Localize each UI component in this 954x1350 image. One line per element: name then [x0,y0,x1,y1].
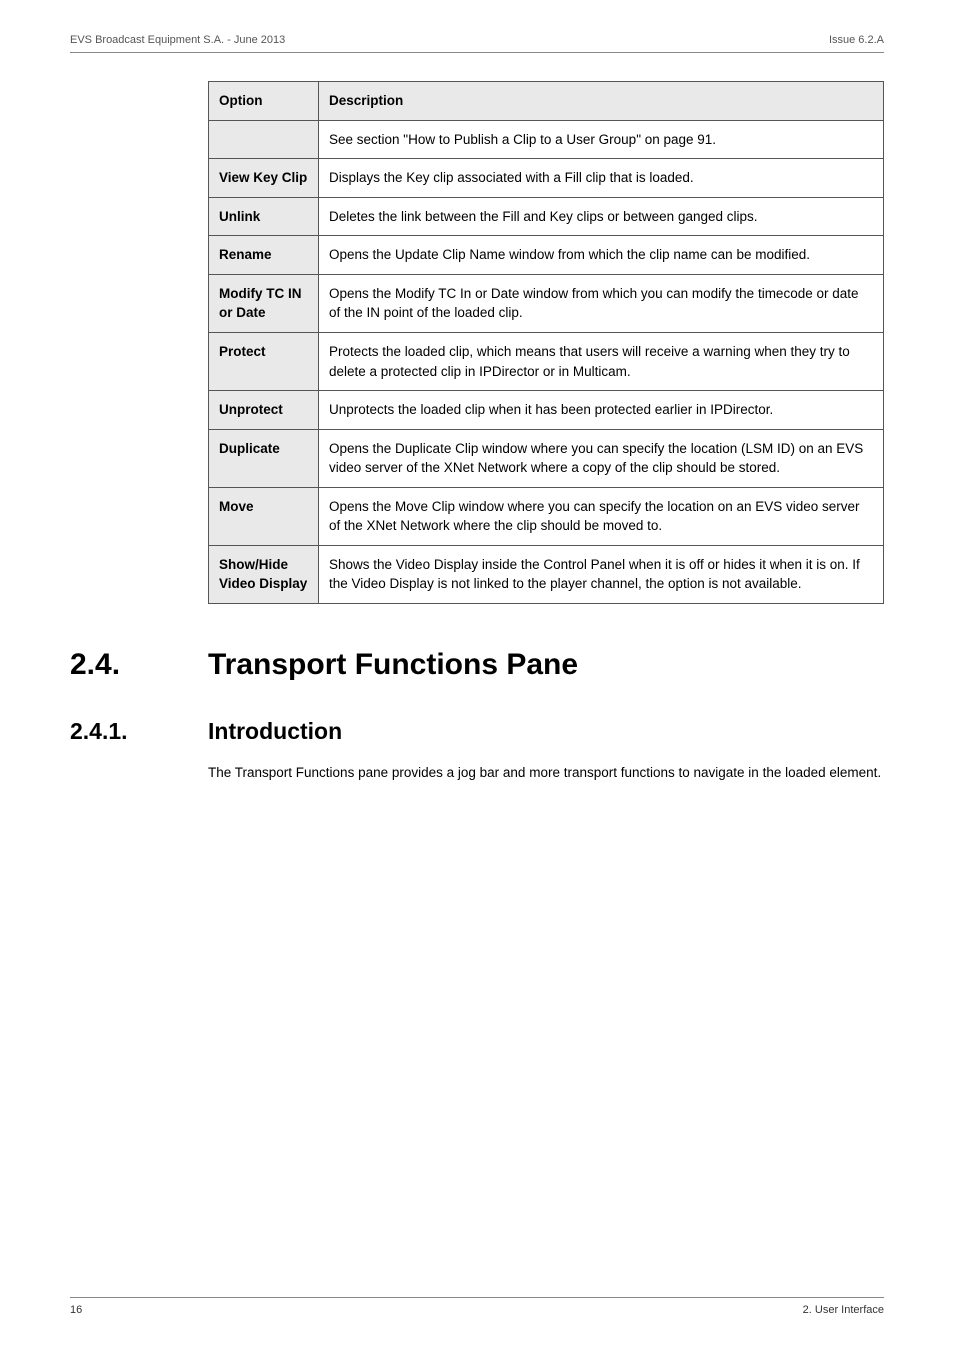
description-cell: Deletes the link between the Fill and Ke… [319,197,884,236]
table-row: View Key Clip Displays the Key clip asso… [209,159,884,198]
description-cell: Shows the Video Display inside the Contr… [319,545,884,603]
page-footer: 16 2. User Interface [70,1297,884,1316]
description-cell: Protects the loaded clip, which means th… [319,332,884,390]
description-cell: Displays the Key clip associated with a … [319,159,884,198]
option-cell: Modify TC IN or Date [209,274,319,332]
table-row: Rename Opens the Update Clip Name window… [209,236,884,275]
table-row: Unprotect Unprotects the loaded clip whe… [209,391,884,430]
table-row: Move Opens the Move Clip window where yo… [209,487,884,545]
subsection-title: Introduction [208,718,342,745]
th-description: Description [319,82,884,121]
description-cell: See section "How to Publish a Clip to a … [319,120,884,159]
description-cell: Opens the Update Clip Name window from w… [319,236,884,275]
footer-section-label: 2. User Interface [803,1304,884,1316]
description-cell: Opens the Move Clip window where you can… [319,487,884,545]
content-area: Option Description See section "How to P… [0,53,954,783]
header-right: Issue 6.2.A [829,34,884,46]
subsection-heading: 2.4.1. Introduction [70,718,884,745]
option-cell: Show/Hide Video Display [209,545,319,603]
section-number: 2.4. [70,648,208,682]
table-row: Protect Protects the loaded clip, which … [209,332,884,390]
options-table: Option Description See section "How to P… [208,81,884,604]
option-cell: Move [209,487,319,545]
table-row: Unlink Deletes the link between the Fill… [209,197,884,236]
section-title: Transport Functions Pane [208,648,578,682]
table-row: See section "How to Publish a Clip to a … [209,120,884,159]
table-row: Duplicate Opens the Duplicate Clip windo… [209,429,884,487]
option-cell [209,120,319,159]
option-cell: View Key Clip [209,159,319,198]
table-row: Modify TC IN or Date Opens the Modify TC… [209,274,884,332]
section-heading: 2.4. Transport Functions Pane [70,648,884,682]
description-cell: Unprotects the loaded clip when it has b… [319,391,884,430]
table-header-row: Option Description [209,82,884,121]
options-table-container: Option Description See section "How to P… [208,81,884,604]
description-cell: Opens the Modify TC In or Date window fr… [319,274,884,332]
intro-paragraph: The Transport Functions pane provides a … [208,763,884,783]
description-cell: Opens the Duplicate Clip window where yo… [319,429,884,487]
subsection-number: 2.4.1. [70,718,208,745]
option-cell: Unlink [209,197,319,236]
table-row: Show/Hide Video Display Shows the Video … [209,545,884,603]
option-cell: Unprotect [209,391,319,430]
option-cell: Duplicate [209,429,319,487]
header-left: EVS Broadcast Equipment S.A. - June 2013 [70,34,285,46]
footer-page-number: 16 [70,1304,82,1316]
page-header: EVS Broadcast Equipment S.A. - June 2013… [70,0,884,53]
option-cell: Protect [209,332,319,390]
option-cell: Rename [209,236,319,275]
th-option: Option [209,82,319,121]
